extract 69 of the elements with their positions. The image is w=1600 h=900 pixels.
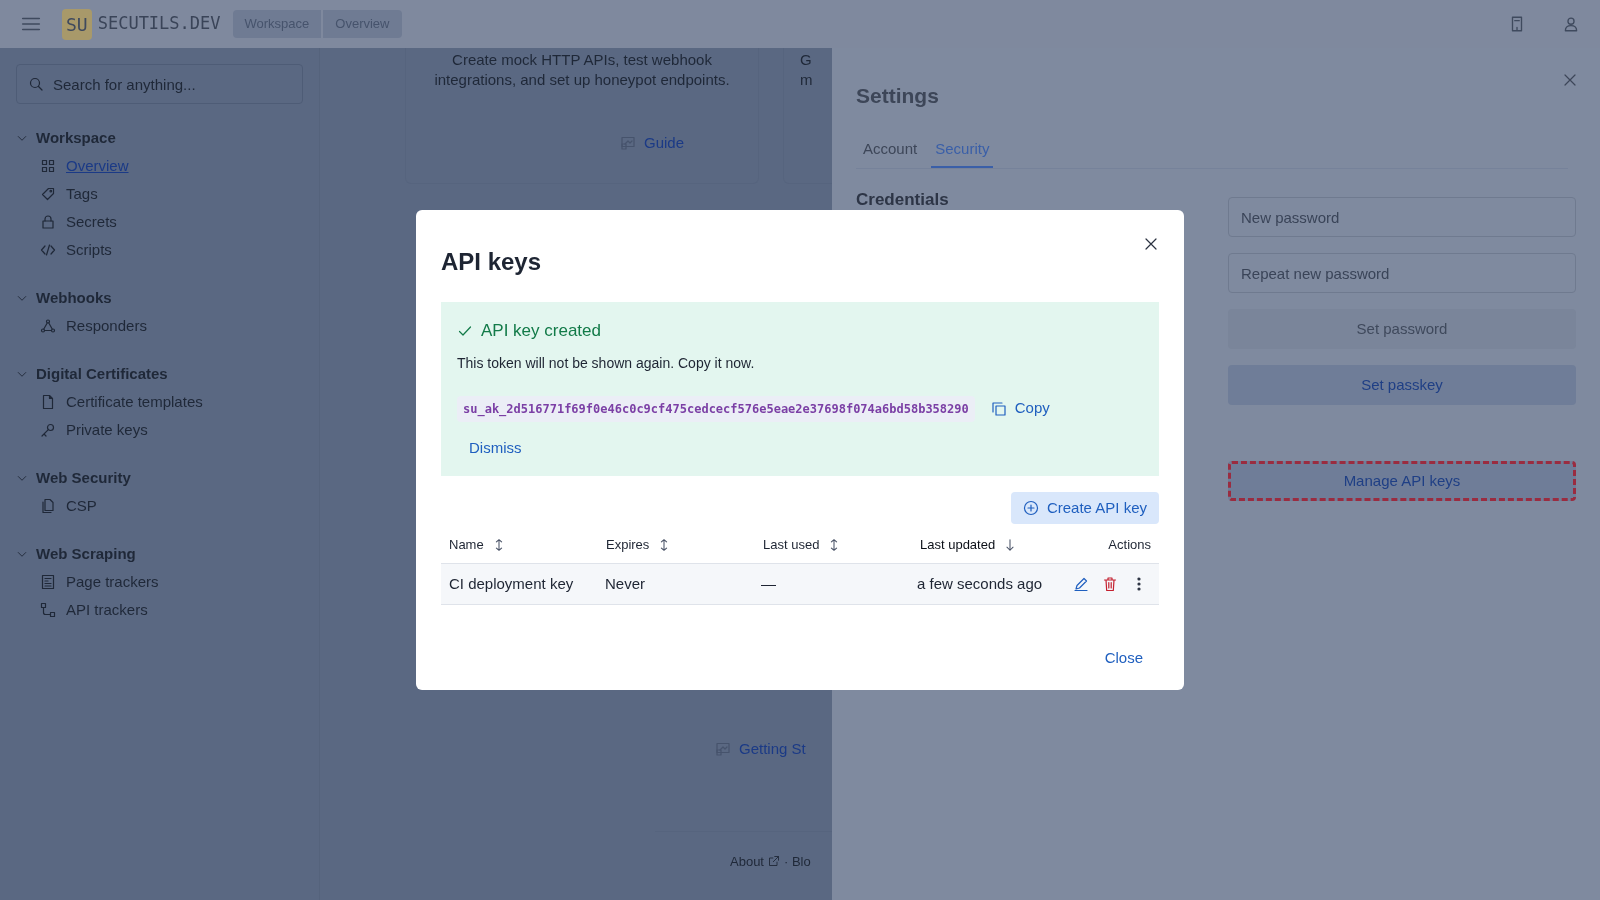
guide-link[interactable]: Guide bbox=[644, 132, 684, 155]
panel-title: Settings bbox=[856, 83, 939, 109]
settings-button[interactable]: Set passkey bbox=[1228, 365, 1576, 405]
column-header[interactable]: Actions bbox=[1108, 534, 1151, 555]
grid-icon bbox=[40, 158, 56, 174]
alert-message: This token will not be shown again. Copy it now. bbox=[457, 353, 755, 373]
sidebar-link[interactable]: Certificate templates bbox=[66, 390, 203, 414]
settings-tab[interactable]: Security bbox=[931, 137, 994, 168]
card-text: integrations, and set up honeypot endpoints. bbox=[434, 70, 730, 90]
newspaper-icon bbox=[40, 574, 56, 590]
table-cell-text: — bbox=[761, 573, 777, 594]
column-header[interactable]: Last used bbox=[763, 534, 820, 555]
plus-circle-icon bbox=[1022, 500, 1039, 516]
password-field[interactable]: Repeat new password bbox=[1228, 253, 1576, 293]
logo-badge: SU bbox=[62, 8, 92, 40]
copy-button[interactable]: Copy bbox=[990, 397, 1050, 420]
section-heading[interactable]: Web Security bbox=[36, 466, 131, 490]
sidebar-link[interactable]: Scripts bbox=[66, 238, 112, 262]
create-api-key-button[interactable]: Create API key bbox=[1010, 492, 1159, 524]
alert-title: API key created bbox=[481, 320, 601, 342]
settings-tab[interactable]: Account bbox=[859, 137, 922, 168]
api-token: su_ak_2d516771f69f0e46c0c9cf475cedcecf576e5eae2e37698f074a6bd58b358290 bbox=[457, 395, 975, 422]
copy-icon bbox=[990, 400, 1007, 417]
footer-text: · Blo bbox=[784, 852, 811, 871]
files-icon bbox=[40, 498, 56, 514]
section-heading: Credentials bbox=[856, 189, 950, 211]
section-heading[interactable]: Digital Certificates bbox=[36, 362, 168, 386]
sidebar-link[interactable]: API trackers bbox=[66, 598, 148, 622]
lock-icon bbox=[40, 214, 56, 230]
section-heading[interactable]: Webhooks bbox=[36, 286, 112, 310]
table-cell-text: a few seconds ago bbox=[917, 573, 1044, 594]
sidebar-link[interactable]: Overview bbox=[66, 154, 129, 178]
search-icon bbox=[28, 76, 44, 92]
file-icon bbox=[40, 394, 56, 410]
sidebar-link[interactable]: CSP bbox=[66, 494, 97, 518]
column-header[interactable]: Expires bbox=[606, 534, 650, 555]
trash-icon[interactable] bbox=[1102, 576, 1118, 592]
card-text: m bbox=[800, 70, 813, 90]
tag-icon bbox=[40, 186, 56, 202]
code-icon bbox=[40, 242, 56, 258]
logo-text: SECUTILS.DEV bbox=[97, 12, 221, 36]
route-icon bbox=[40, 602, 56, 618]
sidebar-link[interactable]: Tags bbox=[66, 182, 98, 206]
pencil-icon[interactable] bbox=[1073, 576, 1089, 592]
dismiss-button[interactable]: Dismiss bbox=[469, 436, 522, 459]
about-link[interactable]: About bbox=[730, 851, 764, 871]
sidebar-link[interactable]: Secrets bbox=[66, 210, 117, 234]
sidebar-link[interactable]: Page trackers bbox=[66, 570, 159, 594]
sidebar-link[interactable]: Private keys bbox=[66, 418, 148, 442]
column-header[interactable]: Name bbox=[449, 534, 484, 555]
section-heading[interactable]: Web Scraping bbox=[36, 542, 136, 566]
close-icon[interactable] bbox=[1143, 236, 1159, 252]
user-icon[interactable] bbox=[1562, 15, 1580, 33]
settings-button[interactable]: Manage API keys bbox=[1228, 461, 1576, 501]
nodes-icon bbox=[40, 318, 56, 334]
card-text: Create mock HTTP APIs, test webhook bbox=[452, 50, 712, 70]
close-button[interactable]: Close bbox=[1104, 647, 1143, 670]
password-field[interactable]: New password bbox=[1228, 197, 1576, 237]
table-cell-text: CI deployment key bbox=[449, 573, 575, 594]
dialog-title: API keys bbox=[441, 247, 542, 277]
getting-started-link[interactable]: Getting St bbox=[739, 738, 806, 761]
key-icon bbox=[40, 422, 56, 438]
section-heading[interactable]: Workspace bbox=[36, 126, 116, 150]
external-link-icon bbox=[768, 855, 780, 868]
sidebar-link[interactable]: Responders bbox=[66, 314, 147, 338]
table-cell-text: Never bbox=[605, 573, 646, 594]
card-text: G bbox=[800, 50, 812, 70]
column-header[interactable]: Last updated bbox=[920, 534, 996, 555]
search-field[interactable]: Search for anything... bbox=[16, 64, 303, 104]
